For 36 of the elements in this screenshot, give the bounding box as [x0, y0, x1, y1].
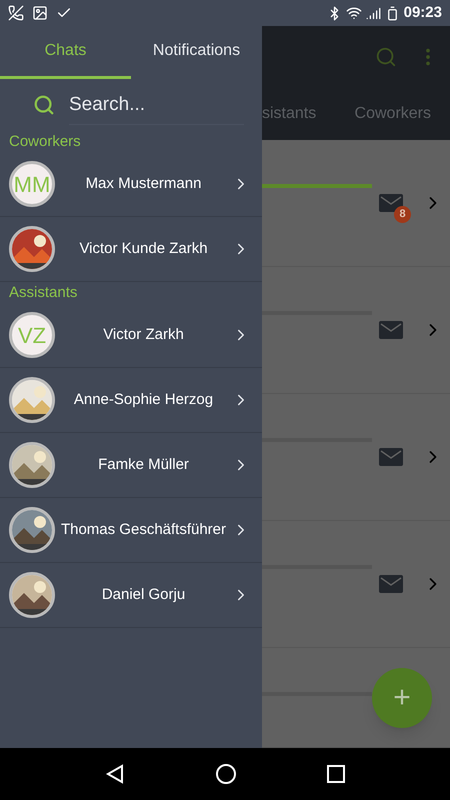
contact-item[interactable]: Daniel Gorju	[0, 563, 262, 628]
mail-icon	[379, 448, 403, 466]
contact-name: Thomas Geschäftsführer	[60, 520, 228, 540]
contact-item[interactable]: Victor Kunde Zarkh	[0, 217, 262, 282]
back-icon[interactable]	[105, 764, 125, 784]
avatar: VZ	[9, 312, 55, 358]
mail-icon	[379, 575, 403, 593]
search-field[interactable]: Search...	[69, 85, 244, 125]
home-icon[interactable]	[215, 763, 237, 785]
section-header: Assistants	[8, 283, 78, 303]
contact-name: Famke Müller	[97, 454, 190, 475]
contact-name: Victor Kunde Zarkh	[78, 238, 209, 259]
contact-name: Daniel Gorju	[100, 584, 186, 605]
signal-icon	[366, 6, 381, 20]
contact-name: Max Mustermann	[84, 174, 202, 194]
search-icon[interactable]	[375, 46, 397, 68]
missed-call-icon	[8, 5, 24, 21]
recents-icon[interactable]	[327, 765, 345, 783]
clock-time: 09:23	[404, 2, 442, 23]
contact-item[interactable]: Anne-Sophie Herzog	[0, 368, 262, 433]
contact-item[interactable]: MM Max Mustermann	[0, 152, 262, 217]
image-icon	[32, 5, 48, 21]
contact-name: Victor Zarkh	[102, 324, 185, 345]
wifi-icon	[346, 5, 362, 21]
section-header: Coworkers	[8, 132, 82, 152]
contact-item[interactable]: Thomas Geschäftsführer	[0, 498, 262, 563]
avatar: MM	[9, 161, 55, 207]
search-icon	[33, 94, 55, 116]
mail-icon	[379, 321, 403, 339]
contact-name: Anne-Sophie Herzog	[72, 390, 214, 410]
list-row[interactable]: 8	[262, 140, 450, 267]
tab[interactable]: Notifications	[131, 26, 262, 79]
tab[interactable]: Chats	[0, 26, 131, 79]
contact-item[interactable]: VZ Victor Zarkh	[0, 303, 262, 368]
unread-badge: 8	[394, 206, 411, 223]
contact-item[interactable]: Famke Müller	[0, 433, 262, 498]
